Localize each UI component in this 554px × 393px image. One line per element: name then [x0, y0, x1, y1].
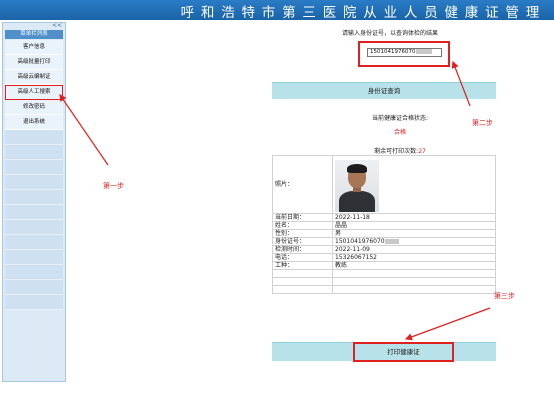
arrow-to-print-button — [404, 307, 491, 341]
main-content: 请输入身份证号，以查询体检的结果 1501041976070 身份证查询 当前健… — [0, 0, 554, 393]
annotation-arrows — [59, 60, 491, 341]
arrow-to-manual-search — [59, 94, 109, 166]
arrow-to-id-input — [451, 60, 471, 107]
